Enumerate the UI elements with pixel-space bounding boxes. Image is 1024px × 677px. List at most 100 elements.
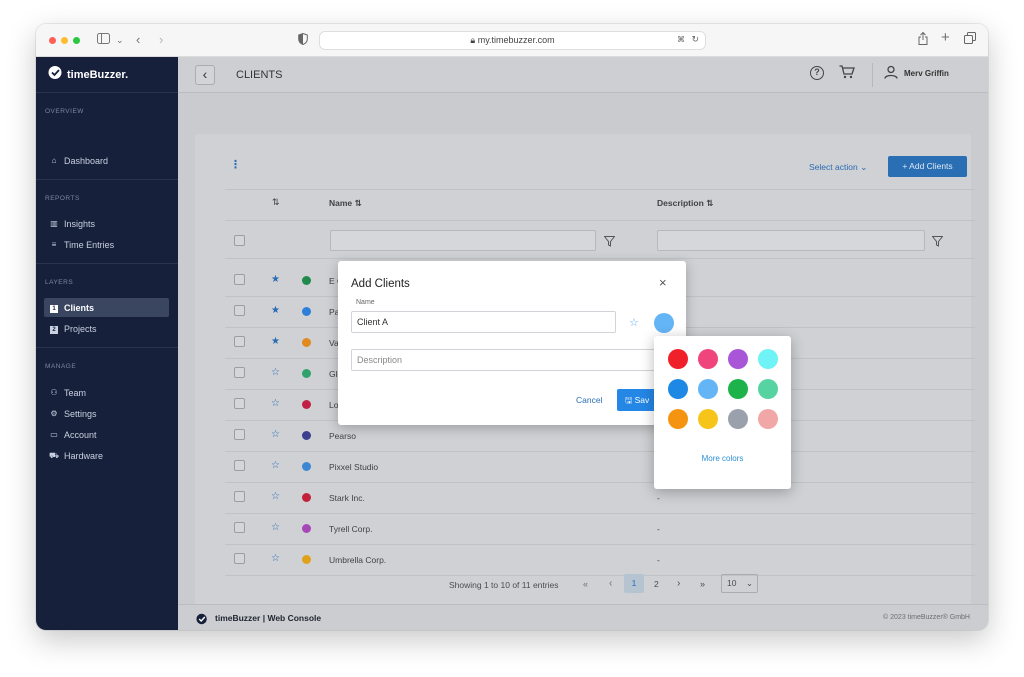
client-name[interactable]: Stark Inc. bbox=[329, 493, 365, 503]
client-name[interactable]: Pixxel Studio bbox=[329, 462, 378, 472]
share-icon[interactable] bbox=[918, 31, 928, 49]
color-swatch[interactable] bbox=[728, 379, 748, 399]
more-vertical-icon[interactable]: ⋮ bbox=[230, 158, 241, 171]
chevron-down-icon[interactable]: ⌄ bbox=[116, 32, 124, 48]
select-action-dropdown[interactable]: Select action ⌄ bbox=[809, 162, 868, 173]
color-swatch[interactable] bbox=[728, 409, 748, 429]
back-button[interactable]: ‹ bbox=[195, 65, 215, 85]
color-swatch[interactable] bbox=[698, 409, 718, 429]
cancel-button[interactable]: Cancel bbox=[576, 395, 602, 405]
new-tab-icon[interactable]: + bbox=[941, 30, 950, 46]
favorite-star-icon[interactable]: ☆ bbox=[629, 316, 639, 329]
tab-overview-icon[interactable] bbox=[964, 32, 976, 48]
back-arrow-icon[interactable]: ‹ bbox=[136, 32, 140, 48]
table-row[interactable]: ☆Pixxel Studio- bbox=[195, 452, 975, 483]
column-header-label: Name bbox=[329, 198, 353, 208]
color-swatch[interactable] bbox=[758, 409, 778, 429]
star-filled-icon[interactable]: ★ bbox=[271, 306, 280, 316]
color-picker-button[interactable] bbox=[654, 313, 674, 333]
color-swatch[interactable] bbox=[698, 379, 718, 399]
row-checkbox[interactable] bbox=[234, 336, 245, 347]
star-outline-icon[interactable]: ☆ bbox=[271, 492, 280, 502]
row-checkbox[interactable] bbox=[234, 553, 245, 564]
column-header-name[interactable]: Name ⇅ bbox=[329, 198, 362, 209]
star-filled-icon[interactable]: ★ bbox=[271, 275, 280, 285]
forward-arrow-icon[interactable]: › bbox=[159, 32, 163, 48]
color-swatch[interactable] bbox=[668, 349, 688, 369]
sidebar-item-time-entries[interactable]: ≡ Time Entries bbox=[44, 235, 169, 254]
description-field[interactable]: Description bbox=[351, 349, 673, 371]
star-outline-icon[interactable]: ☆ bbox=[271, 399, 280, 409]
client-name[interactable]: Pearso bbox=[329, 431, 356, 441]
help-icon[interactable]: ? bbox=[810, 66, 824, 80]
row-checkbox[interactable] bbox=[234, 460, 245, 471]
sidebar-item-team[interactable]: ⚇ Team bbox=[44, 383, 169, 402]
row-checkbox[interactable] bbox=[234, 274, 245, 285]
color-swatch[interactable] bbox=[758, 349, 778, 369]
star-outline-icon[interactable]: ☆ bbox=[271, 430, 280, 440]
description-filter-input[interactable] bbox=[657, 230, 925, 251]
sidebar-item-settings[interactable]: ⚙ Settings bbox=[44, 404, 169, 423]
next-page-button[interactable]: › bbox=[677, 578, 680, 589]
translate-icon[interactable]: ⌘ bbox=[677, 35, 685, 44]
sidebar-toggle-icon[interactable] bbox=[97, 32, 110, 48]
filter-icon[interactable] bbox=[603, 234, 616, 252]
sidebar-item-dashboard[interactable]: ⌂ Dashboard bbox=[44, 151, 169, 170]
color-swatch[interactable] bbox=[668, 409, 688, 429]
table-row[interactable]: ☆ Pearso bbox=[195, 421, 975, 452]
section-title-reports: REPORTS bbox=[45, 195, 80, 202]
star-outline-icon[interactable]: ☆ bbox=[271, 554, 280, 564]
row-checkbox[interactable] bbox=[234, 398, 245, 409]
more-colors-link[interactable]: More colors bbox=[654, 454, 791, 463]
page-size-select[interactable]: 10 ⌄ bbox=[721, 574, 758, 593]
timebuzzer-logo-icon bbox=[196, 612, 208, 630]
table-row[interactable]: ☆ Tyrell Corp. - bbox=[195, 514, 975, 545]
sort-icon[interactable]: ⇅ bbox=[272, 197, 280, 208]
row-checkbox[interactable] bbox=[234, 429, 245, 440]
last-page-button[interactable]: » bbox=[700, 579, 705, 589]
minimize-window-button[interactable] bbox=[61, 37, 68, 44]
color-swatch[interactable] bbox=[728, 349, 748, 369]
sidebar-item-hardware[interactable]: ⛟ Hardware bbox=[44, 446, 169, 465]
page-1-button[interactable]: 1 bbox=[624, 574, 644, 593]
divider bbox=[225, 575, 975, 576]
star-outline-icon[interactable]: ☆ bbox=[271, 461, 280, 471]
cart-icon[interactable] bbox=[839, 65, 855, 84]
row-checkbox[interactable] bbox=[234, 367, 245, 378]
sidebar-item-projects[interactable]: 2 Projects bbox=[44, 319, 169, 338]
star-filled-icon[interactable]: ★ bbox=[271, 337, 280, 347]
row-checkbox[interactable] bbox=[234, 491, 245, 502]
address-bar[interactable]: 🔒︎ my.timebuzzer.com ⌘ ↻ bbox=[319, 31, 706, 50]
table-row[interactable]: ☆ Stark Inc. - bbox=[195, 483, 975, 514]
table-row[interactable]: ☆ Umbrella Corp. - bbox=[195, 545, 975, 576]
row-checkbox[interactable] bbox=[234, 305, 245, 316]
color-swatch[interactable] bbox=[668, 379, 688, 399]
select-all-checkbox[interactable] bbox=[234, 235, 245, 246]
brand-logo[interactable]: timeBuzzer. bbox=[48, 66, 128, 83]
star-outline-icon[interactable]: ☆ bbox=[271, 523, 280, 533]
prev-page-button[interactable]: ‹ bbox=[609, 578, 612, 589]
first-page-button[interactable]: « bbox=[583, 579, 588, 589]
zoom-window-button[interactable] bbox=[73, 37, 80, 44]
close-window-button[interactable] bbox=[49, 37, 56, 44]
row-checkbox[interactable] bbox=[234, 522, 245, 533]
color-swatch[interactable] bbox=[758, 379, 778, 399]
sidebar-item-clients[interactable]: 1 Clients bbox=[44, 298, 169, 317]
filter-icon[interactable] bbox=[931, 234, 944, 252]
star-outline-icon[interactable]: ☆ bbox=[271, 368, 280, 378]
shield-icon[interactable] bbox=[298, 32, 308, 49]
client-name[interactable]: Tyrell Corp. bbox=[329, 524, 372, 534]
user-icon[interactable] bbox=[884, 65, 898, 84]
column-header-description[interactable]: Description ⇅ bbox=[657, 198, 713, 209]
reload-icon[interactable]: ↻ bbox=[691, 34, 699, 45]
user-name[interactable]: Merv Griffin bbox=[904, 69, 949, 78]
name-filter-input[interactable] bbox=[330, 230, 596, 251]
close-icon[interactable]: × bbox=[659, 275, 667, 290]
sidebar-item-insights[interactable]: ▥ Insights bbox=[44, 214, 169, 233]
client-name[interactable]: Umbrella Corp. bbox=[329, 555, 386, 565]
add-clients-button[interactable]: + Add Clients bbox=[888, 156, 967, 177]
name-field[interactable]: Client A bbox=[351, 311, 616, 333]
page-2-button[interactable]: 2 bbox=[654, 579, 659, 589]
color-swatch[interactable] bbox=[698, 349, 718, 369]
sidebar-item-account[interactable]: ▭ Account bbox=[44, 425, 169, 444]
